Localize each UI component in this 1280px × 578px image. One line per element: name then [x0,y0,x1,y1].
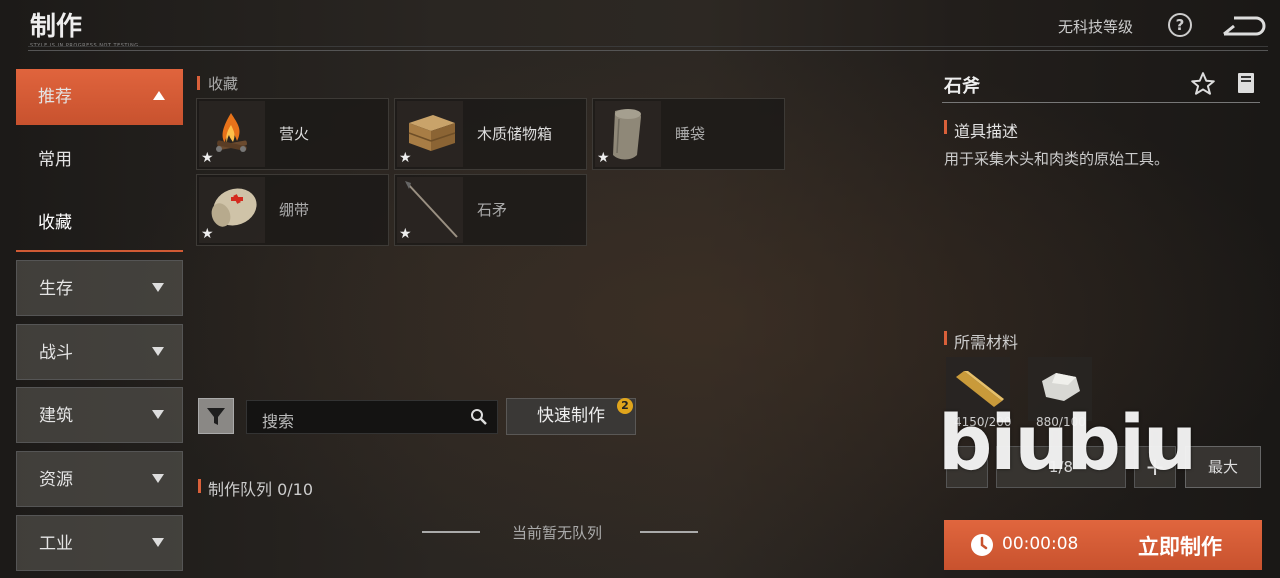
chevron-down-icon [152,474,164,483]
chevron-down-icon [152,538,164,547]
sidebar-item-common[interactable]: 常用 [16,132,183,188]
section-marker [197,76,200,90]
sidebar-item-survival[interactable]: 生存 [16,260,183,316]
item-card-stone-spear[interactable]: ★ 石矛 [394,174,587,246]
quick-craft-badge: 2 [617,398,633,414]
divider-left [422,531,480,533]
sidebar-item-label: 战斗 [39,343,73,363]
back-icon[interactable] [1220,14,1268,38]
craft-now-label: 立即制作 [1138,535,1222,559]
sidebar-item-resources[interactable]: 资源 [16,451,183,507]
header-divider-top [28,46,1268,47]
item-name: 睡袋 [675,125,706,143]
sidebar-item-label: 收藏 [38,213,72,233]
chevron-down-icon [152,347,164,356]
favorites-title: 收藏 [208,75,239,93]
sidebar-item-label: 常用 [38,150,72,170]
divider-right [640,531,698,533]
search-icon[interactable] [470,408,488,426]
filter-button[interactable] [198,398,234,434]
detail-item-name: 石斧 [944,76,980,97]
sidebar-item-recommend[interactable]: 推荐 [16,69,183,125]
star-icon: ★ [201,226,214,242]
funnel-icon [207,408,225,425]
section-marker [198,479,201,493]
item-name: 木质储物箱 [477,125,553,143]
star-icon: ★ [399,226,412,242]
item-card-sleeping-bag[interactable]: ★ 睡袋 [592,98,785,170]
chevron-down-icon [152,410,164,419]
materials-title: 所需材料 [954,333,1019,352]
item-card-campfire[interactable]: ★ 营火 [196,98,389,170]
watermark: biubiu [938,398,1197,487]
detail-divider [942,102,1260,103]
sidebar-item-building[interactable]: 建筑 [16,387,183,443]
section-marker [944,120,947,134]
max-button[interactable]: 最大 [1185,446,1261,488]
sidebar-item-label: 建筑 [39,406,73,426]
star-outline-icon[interactable] [1190,71,1216,97]
section-marker [944,331,947,345]
star-icon: ★ [597,150,610,166]
book-icon[interactable] [1236,72,1256,94]
item-name: 营火 [279,125,310,143]
help-icon[interactable]: ? [1168,13,1192,37]
description-title: 道具描述 [954,122,1019,141]
queue-empty-text: 当前暂无队列 [512,524,603,542]
tech-level-label: 无科技等级 [1058,18,1134,36]
item-card-wooden-box[interactable]: ★ 木质储物箱 [394,98,587,170]
header-divider [28,50,1268,51]
sidebar-item-label: 资源 [39,470,73,490]
chevron-up-icon [153,91,165,100]
sidebar-item-label: 推荐 [38,87,72,107]
chevron-down-icon [152,283,164,292]
description-text: 用于采集木头和肉类的原始工具。 [944,150,1170,168]
clock-icon [970,533,994,557]
sidebar-item-combat[interactable]: 战斗 [16,324,183,380]
sidebar-item-industry[interactable]: 工业 [16,515,183,571]
sidebar-item-label: 工业 [39,534,73,554]
item-card-bandage[interactable]: ★ 绷带 [196,174,389,246]
sidebar-item-label: 生存 [39,279,73,299]
item-name: 石矛 [477,201,508,219]
sidebar-item-favorites[interactable]: 收藏 [16,195,183,251]
star-icon: ★ [201,150,214,166]
craft-time: 00:00:08 [1002,534,1079,554]
selected-underline [16,250,183,252]
page-title: 制作 [30,12,83,42]
queue-label: 制作队列 0/10 [208,480,314,499]
search-placeholder: 搜索 [262,412,295,431]
item-name: 绷带 [279,201,310,219]
star-icon: ★ [399,150,412,166]
